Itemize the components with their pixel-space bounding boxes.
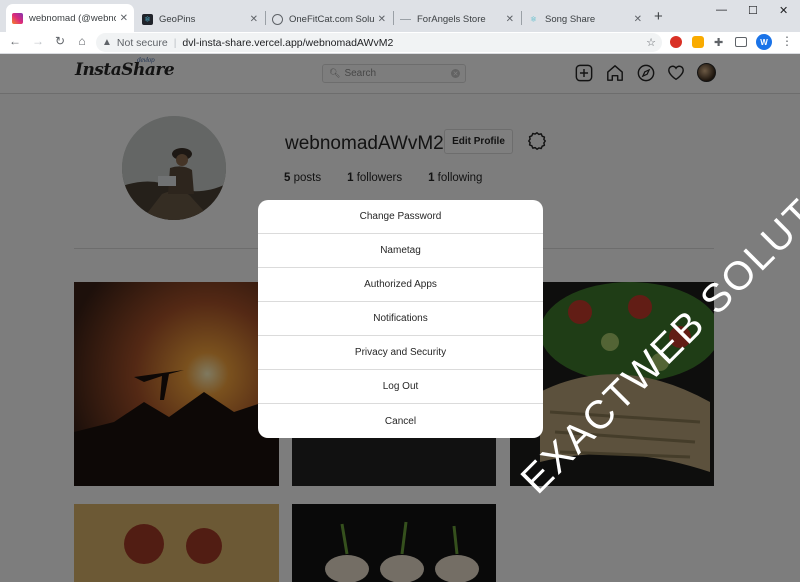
tab-songshare[interactable]: ⚛ Song Share ✕ bbox=[522, 7, 648, 32]
dash-icon bbox=[400, 19, 411, 20]
bookmark-star-icon[interactable]: ☆ bbox=[646, 36, 656, 49]
authorized-apps-button[interactable]: Authorized Apps bbox=[258, 268, 543, 302]
tab-webnomad[interactable]: webnomad (@webnomadAWvM2) ✕ bbox=[6, 4, 134, 32]
log-out-button[interactable]: Log Out bbox=[258, 370, 543, 404]
url-separator: | bbox=[173, 36, 177, 49]
close-icon[interactable]: ✕ bbox=[378, 14, 386, 25]
tab-geopins[interactable]: ⚛ GeoPins ✕ bbox=[136, 7, 264, 32]
close-icon[interactable]: ✕ bbox=[506, 14, 514, 25]
window-close-button[interactable]: ✕ bbox=[779, 4, 788, 17]
extension-yellow-icon[interactable] bbox=[692, 36, 704, 48]
profile-initial: W bbox=[760, 37, 768, 47]
react-icon: ⚛ bbox=[142, 14, 153, 25]
react-icon: ⚛ bbox=[529, 15, 538, 24]
privacy-security-button[interactable]: Privacy and Security bbox=[258, 336, 543, 370]
browser-toolbar: ← → ↻ ⌂ ▲ Not secure | dvl-insta-share.v… bbox=[0, 32, 800, 54]
forward-button[interactable]: → bbox=[30, 34, 46, 48]
home-button[interactable]: ⌂ bbox=[74, 34, 90, 48]
address-bar[interactable]: ▲ Not secure | dvl-insta-share.vercel.ap… bbox=[96, 33, 662, 52]
tab-onefitcat[interactable]: OneFitCat.com Solutions ✕ bbox=[266, 7, 392, 32]
tab-forangels[interactable]: ForAngels Store ✕ bbox=[394, 7, 520, 32]
minimize-button[interactable]: — bbox=[716, 4, 727, 16]
notifications-button[interactable]: Notifications bbox=[258, 302, 543, 336]
new-tab-button[interactable]: + bbox=[654, 8, 663, 25]
tab-title: Song Share bbox=[545, 14, 596, 25]
browser-menu-icon[interactable]: ⋮ bbox=[779, 34, 795, 48]
instagram-icon bbox=[12, 12, 23, 24]
settings-modal: Change Password Nametag Authorized Apps … bbox=[258, 200, 543, 438]
browser-profile-avatar[interactable]: W bbox=[756, 34, 772, 50]
tab-title: GeoPins bbox=[159, 14, 196, 25]
close-icon[interactable]: ✕ bbox=[120, 13, 128, 24]
change-password-button[interactable]: Change Password bbox=[258, 200, 543, 234]
reload-button[interactable]: ↻ bbox=[52, 34, 68, 48]
browser-tabbar: webnomad (@webnomadAWvM2) ✕ ⚛ GeoPins ✕ … bbox=[0, 0, 800, 32]
cast-icon[interactable] bbox=[735, 37, 747, 47]
close-icon[interactable]: ✕ bbox=[634, 14, 642, 25]
tab-title: OneFitCat.com Solutions bbox=[289, 14, 374, 25]
close-icon[interactable]: ✕ bbox=[250, 14, 258, 25]
warning-icon: ▲ bbox=[102, 37, 112, 48]
globe-icon bbox=[272, 14, 283, 25]
extensions-puzzle-icon[interactable]: ✚ bbox=[714, 36, 726, 49]
tab-title: ForAngels Store bbox=[417, 14, 486, 25]
maximize-button[interactable]: ☐ bbox=[748, 4, 758, 17]
extension-red-icon[interactable] bbox=[670, 36, 682, 48]
not-secure-label: Not secure bbox=[116, 36, 168, 49]
cancel-button[interactable]: Cancel bbox=[258, 404, 543, 438]
url-text: dvl-insta-share.vercel.app/webnomadAWvM2 bbox=[182, 36, 394, 49]
back-button[interactable]: ← bbox=[7, 34, 23, 48]
tab-title: webnomad (@webnomadAWvM2) bbox=[29, 12, 116, 24]
nametag-button[interactable]: Nametag bbox=[258, 234, 543, 268]
